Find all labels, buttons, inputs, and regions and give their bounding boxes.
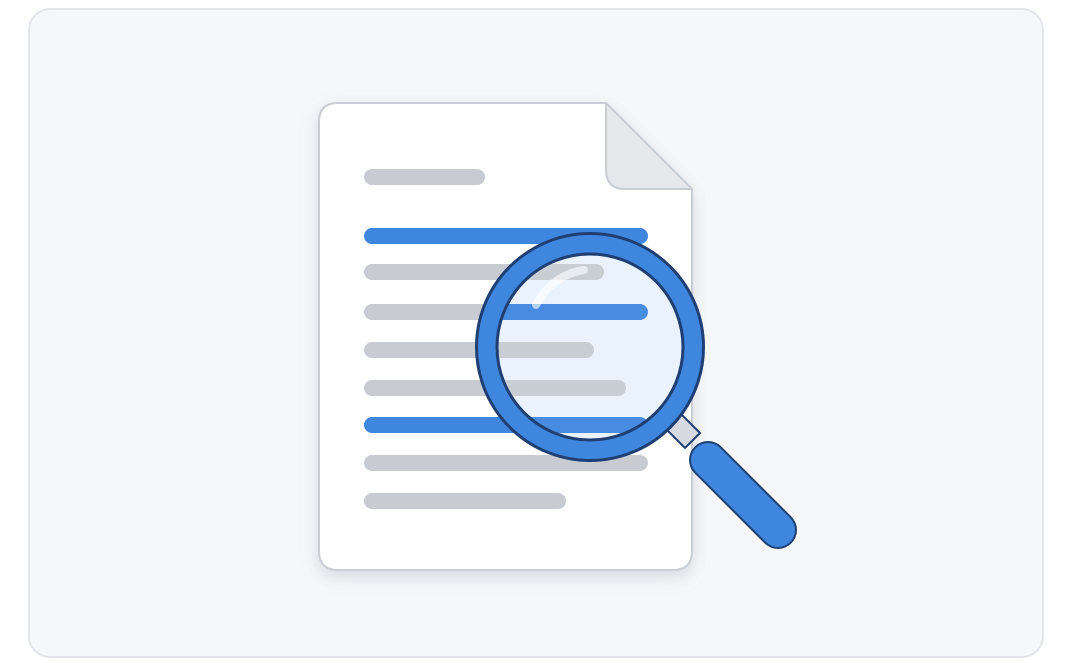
document-search-illustration (318, 102, 797, 571)
document-fold (605, 102, 693, 190)
